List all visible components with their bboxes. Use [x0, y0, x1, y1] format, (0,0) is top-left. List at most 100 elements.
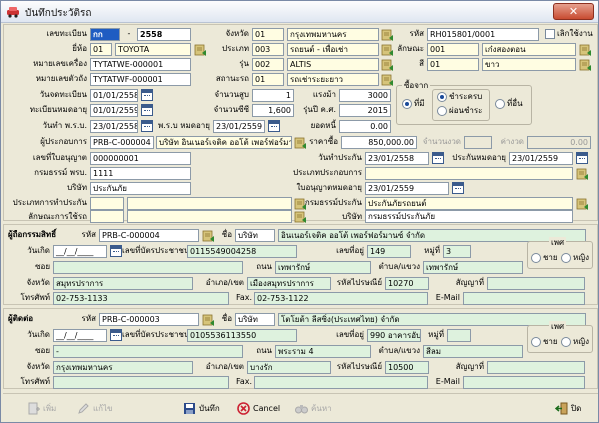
pay-date-calendar-icon[interactable]: [141, 120, 153, 132]
radio-cash[interactable]: [437, 92, 447, 102]
reg-date-calendar-icon[interactable]: [141, 89, 153, 101]
renter-amphur-field[interactable]: บางรัก: [247, 361, 331, 374]
insurer-code-field[interactable]: PRB-C-000004: [90, 136, 154, 149]
province-search-icon[interactable]: [381, 29, 394, 41]
ins-company-field[interactable]: [365, 167, 573, 180]
model-search-icon[interactable]: [381, 59, 394, 71]
year-field[interactable]: 2015: [339, 104, 391, 117]
coverage-search-icon[interactable]: [576, 198, 589, 210]
renter-birth-field[interactable]: __/__/____: [53, 329, 107, 342]
ins-type-code-field[interactable]: [90, 197, 124, 210]
renter-gender-male[interactable]: [531, 337, 541, 347]
model-name-field[interactable]: ALTIS: [287, 58, 379, 71]
renter-tambon-field[interactable]: สีลม: [423, 345, 523, 358]
license-exp-field[interactable]: 23/01/2559: [365, 182, 449, 195]
usage-search-icon[interactable]: [579, 44, 592, 56]
radio-other[interactable]: [495, 99, 505, 109]
renter-phone-field[interactable]: [53, 376, 229, 389]
usage-code-field[interactable]: 001: [427, 43, 479, 56]
ins-type-name-field[interactable]: [127, 197, 292, 210]
renter-zip-field[interactable]: 10500: [385, 361, 429, 374]
price-field[interactable]: 850,000.00: [341, 136, 417, 149]
owner-birth-field[interactable]: __/__/____: [53, 245, 107, 258]
renter-moo-field[interactable]: [447, 329, 471, 342]
province-name-field[interactable]: กรุงเทพมหานคร: [287, 28, 379, 41]
renter-house-field[interactable]: 990 อาคารอับดุลราฮิม: [367, 329, 421, 342]
code-field[interactable]: RH015801/0001: [427, 28, 539, 41]
type-search-icon[interactable]: [381, 44, 394, 56]
renter-code-field[interactable]: PRB-C-000003: [99, 313, 199, 326]
pay-date-field[interactable]: 23/01/2558: [90, 120, 138, 133]
renter-taxid-field[interactable]: 0105536113550: [187, 329, 297, 342]
owner-code-field[interactable]: PRB-C-000004: [99, 229, 199, 242]
status-code-field[interactable]: 01: [252, 73, 284, 86]
renter-prefix-field[interactable]: บริษัท: [235, 313, 275, 326]
owner-taxid-field[interactable]: 0115549004258: [187, 245, 297, 258]
balance-field[interactable]: 0.00: [339, 120, 391, 133]
owner-search-icon[interactable]: [202, 230, 215, 242]
owner-phone-field[interactable]: 02-753-1133: [53, 292, 229, 305]
type-name-field[interactable]: รถยนต์ - เพื่อเช่า: [287, 43, 379, 56]
tax-exp-calendar-icon[interactable]: [141, 104, 153, 116]
ins-exp-field[interactable]: 23/01/2559: [509, 152, 573, 165]
owner-email-field[interactable]: [463, 292, 585, 305]
owner-gender-female[interactable]: [561, 253, 571, 263]
add-button[interactable]: เพิ่ม: [27, 400, 56, 418]
owner-amphur-field[interactable]: เมืองสมุทรปราการ: [247, 277, 331, 290]
tax-exp-field[interactable]: 01/01/2559: [90, 104, 138, 117]
usage-name-field[interactable]: เก๋งสองตอน: [482, 43, 576, 56]
per-installment-field[interactable]: 0.00: [527, 136, 591, 149]
chassis-field[interactable]: TYTATWE-000001: [90, 58, 191, 71]
cancel-button[interactable]: Cancel: [237, 400, 280, 418]
type-code-field[interactable]: 003: [252, 43, 284, 56]
company-field[interactable]: ประกันภัย: [90, 182, 191, 195]
close-button[interactable]: ปิด: [555, 400, 581, 418]
model-code-field[interactable]: 002: [252, 58, 284, 71]
owner-road-field[interactable]: เทพารักษ์: [275, 261, 371, 274]
brand-name-field[interactable]: TOYOTA: [115, 43, 191, 56]
license-exp-calendar-icon[interactable]: [452, 182, 464, 194]
owner-prefix-field[interactable]: บริษัท: [235, 229, 275, 242]
owner-moo-field[interactable]: 3: [443, 245, 471, 258]
reg-date-field[interactable]: 01/01/2558: [90, 89, 138, 102]
owner-soi-field[interactable]: [53, 261, 243, 274]
use-type-name-field[interactable]: [127, 210, 292, 223]
ins-exp-calendar-icon[interactable]: [576, 152, 588, 164]
cyl-field[interactable]: 1: [252, 89, 294, 102]
status-name-field[interactable]: รถเช่าระยะยาว: [287, 73, 379, 86]
owner-fax-field[interactable]: 02-753-1122: [254, 292, 428, 305]
policy-field[interactable]: 1111: [90, 167, 191, 180]
status-search-icon[interactable]: [381, 74, 394, 86]
renter-contract-field[interactable]: [487, 361, 585, 374]
renter-soi-field[interactable]: -: [53, 345, 243, 358]
act-exp-field[interactable]: 23/01/2559: [213, 120, 265, 133]
ins-company-search-icon[interactable]: [576, 168, 589, 180]
power-field[interactable]: 3000: [339, 89, 391, 102]
renter-road-field[interactable]: พระราม 4: [275, 345, 371, 358]
edit-button[interactable]: แก้ไข: [77, 400, 113, 418]
color-code-field[interactable]: 01: [427, 58, 479, 71]
window-close-button[interactable]: ✕: [553, 3, 594, 20]
act-exp-calendar-icon[interactable]: [268, 120, 280, 132]
search-button[interactable]: ค้นหา: [295, 400, 332, 418]
owner-birth-calendar-icon[interactable]: [110, 245, 122, 257]
coverage-field[interactable]: ประกันภัยรถยนต์: [365, 197, 573, 210]
license-field[interactable]: 000000001: [90, 152, 191, 165]
ins-corp-field[interactable]: กรมธรรม์ประกันภัย: [365, 210, 573, 223]
owner-gender-male[interactable]: [531, 253, 541, 263]
owner-zip-field[interactable]: 10270: [385, 277, 429, 290]
color-name-field[interactable]: ขาว: [482, 58, 576, 71]
renter-province-field[interactable]: กรุงเทพมหานคร: [53, 361, 193, 374]
province-code-field[interactable]: 01: [252, 28, 284, 41]
owner-province-field[interactable]: สมุทรปราการ: [53, 277, 193, 290]
doc-no-field[interactable]: 2558: [137, 28, 191, 41]
insurer-name-field[interactable]: บริษัท อินเนอร์เจติค ออโต้ เพอร์ฟอร์มานซ…: [156, 136, 292, 149]
installments-field[interactable]: [464, 136, 492, 149]
use-type-code-field[interactable]: [90, 210, 124, 223]
renter-fax-field[interactable]: [254, 376, 428, 389]
doc-prefix-field[interactable]: กก: [90, 28, 120, 41]
color-search-icon[interactable]: [579, 59, 592, 71]
brand-code-field[interactable]: 01: [90, 43, 112, 56]
owner-tambon-field[interactable]: เทพารักษ์: [423, 261, 523, 274]
cancel-checkbox[interactable]: [545, 29, 555, 39]
